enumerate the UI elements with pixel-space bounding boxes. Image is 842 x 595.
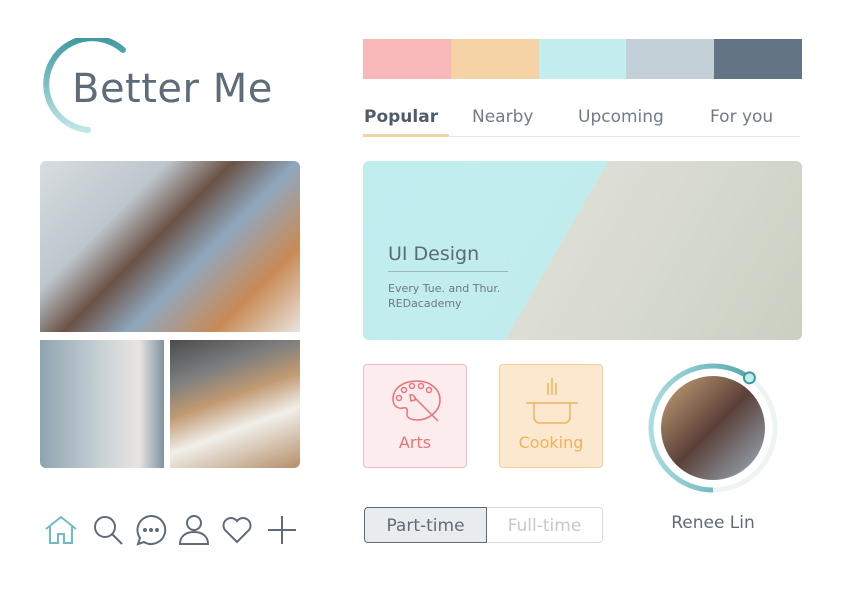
photo-ballet[interactable] — [40, 340, 164, 468]
category-label: Cooking — [518, 433, 584, 452]
color-swatch — [539, 39, 627, 79]
photo-coffee-desk[interactable] — [170, 340, 300, 468]
category-cooking[interactable]: Cooking — [499, 364, 603, 468]
search-icon[interactable] — [91, 513, 125, 547]
category-label: Arts — [398, 433, 432, 452]
profile-name: Renee Lin — [671, 513, 755, 533]
part-time-option[interactable]: Part-time — [364, 507, 487, 543]
home-icon[interactable] — [44, 513, 78, 547]
user-icon[interactable] — [177, 513, 211, 547]
tab-nearby[interactable]: Nearby — [472, 107, 533, 127]
course-divider — [388, 271, 508, 272]
avatar[interactable] — [661, 376, 765, 480]
tab-popular[interactable]: Popular — [364, 107, 438, 127]
heart-icon[interactable] — [220, 513, 254, 547]
plus-icon[interactable] — [265, 513, 299, 547]
course-schedule: Every Tue. and Thur. — [388, 282, 501, 295]
color-swatch — [451, 39, 539, 79]
color-swatch — [363, 39, 451, 79]
active-tab-indicator — [363, 134, 449, 137]
course-provider: REDacademy — [388, 297, 462, 310]
palette-icon — [392, 380, 441, 422]
color-swatch — [626, 39, 714, 79]
featured-course-card[interactable]: UI Design Every Tue. and Thur. REDacadem… — [363, 161, 802, 340]
chat-icon[interactable] — [134, 513, 168, 547]
pot-icon — [526, 378, 578, 424]
tab-for-you[interactable]: For you — [710, 107, 773, 127]
tab-upcoming[interactable]: Upcoming — [578, 107, 664, 127]
course-title: UI Design — [388, 243, 480, 265]
app-title: Better Me — [72, 66, 273, 112]
full-time-option[interactable]: Full-time — [487, 507, 603, 543]
profile-progress-ring — [648, 363, 778, 493]
photo-meeting[interactable] — [40, 161, 300, 332]
color-swatch — [714, 39, 802, 79]
category-arts[interactable]: Arts — [363, 364, 467, 468]
